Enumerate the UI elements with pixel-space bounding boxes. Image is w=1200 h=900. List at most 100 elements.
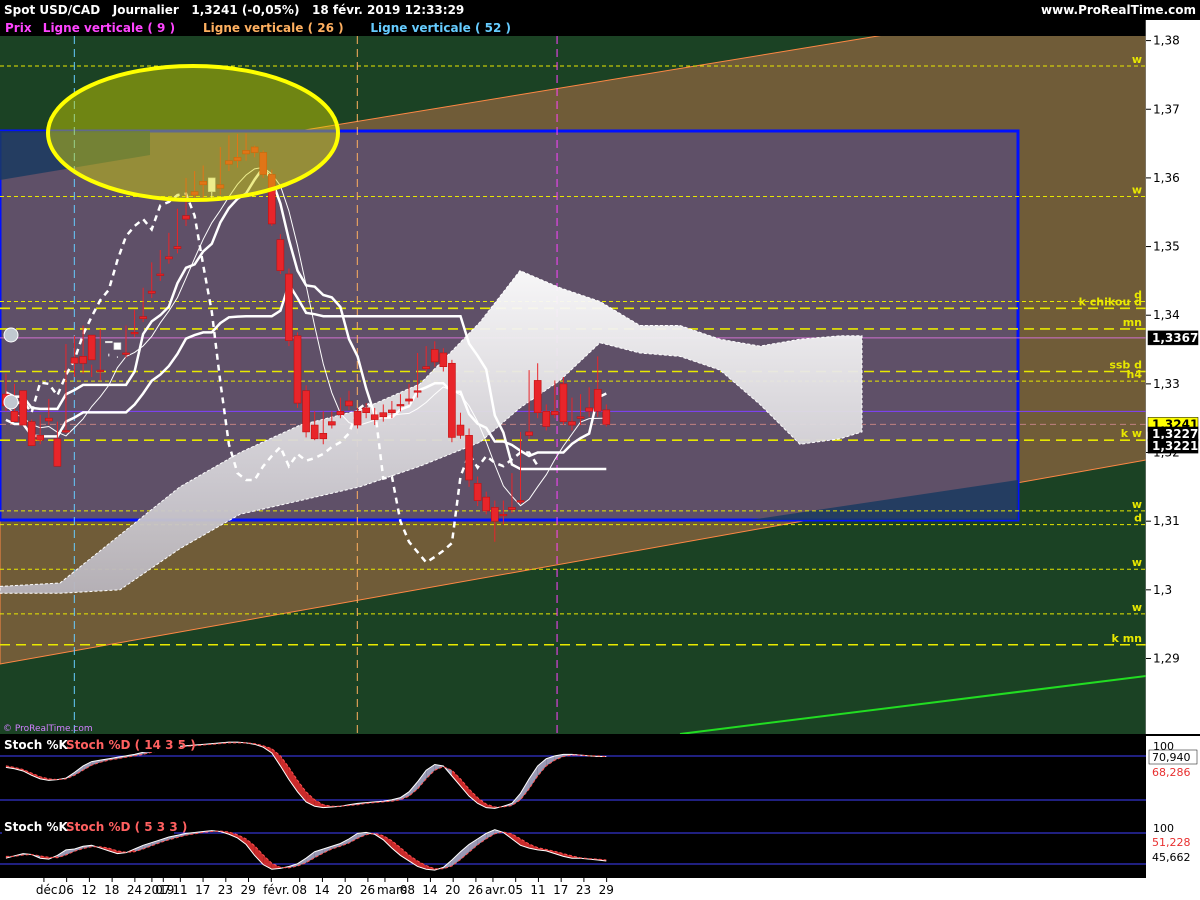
level-label: k chikou d (1079, 295, 1142, 308)
stoch-1-d-value: 68,286 (1152, 766, 1191, 779)
price-tick-label: 1,38 (1153, 34, 1180, 48)
time-tick-label: 14 (314, 883, 329, 897)
level-label: mn (1123, 316, 1142, 329)
candle-body (182, 215, 190, 220)
time-tick-label: 20 (445, 883, 460, 897)
time-tick-label: 29 (599, 883, 614, 897)
candle-body (499, 514, 508, 517)
candle-body (345, 400, 353, 407)
candle-body (293, 335, 302, 404)
time-tick-label: 05 (508, 883, 523, 897)
stoch-1-axis: 100 70,940 68,286 (1146, 736, 1200, 820)
stoch-1-title: Stoch %K (4, 738, 68, 752)
time-tick-label: 26 (468, 883, 483, 897)
candle-body (105, 340, 113, 344)
candle-body (285, 273, 293, 341)
time-tick-label: 11 (530, 883, 545, 897)
stoch-2-subtitle: Stoch %D ( 5 3 3 ) (66, 820, 187, 834)
candle-body (525, 431, 533, 436)
time-axis[interactable]: déc.06 12 18 24 201907 11 17 23 29 févr. 08 14 20 26 m… (0, 878, 1200, 900)
candle-body (319, 432, 328, 440)
candle-body (96, 369, 105, 372)
legend-item: Ligne verticale ( 52 ) (370, 21, 511, 35)
candle-body (482, 496, 491, 512)
candle-body (353, 411, 362, 426)
alert-icon[interactable] (3, 394, 19, 410)
stoch-1-k-value: 70,940 (1152, 751, 1191, 764)
stoch-2-title: Stoch %K (4, 820, 68, 834)
price-tick-label: 1,34 (1153, 308, 1180, 322)
candle-body (53, 438, 62, 467)
time-tick-label: 17 (553, 883, 568, 897)
candle-body (559, 383, 568, 422)
candle-body (379, 412, 388, 418)
candle-body (405, 398, 413, 402)
time-tick-label: 12 (81, 883, 96, 897)
highlight-ellipse[interactable] (46, 64, 340, 202)
candle-body (448, 362, 456, 438)
time-tick-label: 14 (422, 883, 437, 897)
price-tick-label: 1,36 (1153, 171, 1180, 185)
level-label: w (1132, 498, 1142, 511)
candle-body (113, 342, 122, 350)
price-tick-label: 1,3 (1153, 583, 1172, 597)
candle-body (139, 316, 147, 319)
candle-body (465, 435, 473, 481)
candle-body (585, 407, 593, 412)
time-tick-label: 18 (104, 883, 119, 897)
price-marker-label: 1,3221 (1152, 439, 1198, 453)
level-label: h4 (1127, 368, 1143, 381)
price-tick-label: 1,29 (1153, 651, 1180, 665)
time-tick-label: 23 (218, 883, 233, 897)
time-tick-label: févr. (263, 883, 289, 897)
stoch-panel-1[interactable]: Stoch %K Stoch %D ( 14 3 5 ) (0, 738, 1146, 818)
candle-body (430, 349, 439, 363)
stoch-panel-2[interactable]: Stoch %K Stoch %D ( 5 3 3 ) (0, 820, 1146, 878)
svg-text:100: 100 (1153, 822, 1174, 835)
alert-icon[interactable] (3, 327, 19, 343)
legend-item: Ligne verticale ( 26 ) (203, 21, 344, 35)
candle-body (576, 416, 585, 419)
candle-body (533, 380, 542, 413)
candle-body (542, 411, 551, 427)
candle-body (122, 352, 130, 355)
candle-body (422, 366, 430, 370)
candle-body (87, 334, 96, 361)
time-tick-label: 29 (241, 883, 256, 897)
time-tick-label: avr. (485, 883, 507, 897)
candle-body (130, 332, 139, 335)
price-tick-label: 1,31 (1153, 514, 1180, 528)
candle-body (593, 389, 602, 412)
candle-body (156, 273, 165, 276)
time-tick-label: 06 (59, 883, 74, 897)
candle-body (27, 421, 36, 446)
candle-body (388, 409, 396, 414)
level-label: w (1132, 601, 1142, 614)
stoch-2-k-value: 51,228 (1152, 836, 1191, 849)
price-axis[interactable]: 1,381,371,361,351,341,331,321,311,31,29 … (1146, 20, 1200, 734)
stoch-1-subtitle: Stoch %D ( 14 3 5 ) (66, 738, 196, 752)
candle-body (62, 430, 70, 433)
candle-body (276, 239, 285, 271)
candle-body (10, 411, 19, 422)
level-label: w (1132, 556, 1142, 569)
candle-body (173, 246, 182, 249)
main-panel[interactable]: wwdk chikou dmnssb dh4k wwdwwk mn © ProR… (0, 0, 1146, 734)
chart-canvas: wwdk chikou dmnssb dh4k wwdwwk mn © ProR… (0, 0, 1200, 900)
level-label: w (1132, 53, 1142, 66)
candle-body (165, 256, 173, 260)
time-tick-label: 07 (155, 883, 170, 897)
time-tick-label: 23 (576, 883, 591, 897)
candle-body (396, 404, 405, 407)
indicator-legend: Prix Ligne verticale ( 9 ) Ligne verticale… (2, 20, 534, 35)
candle-body (456, 424, 465, 436)
level-label: w (1132, 183, 1142, 196)
time-tick-label: 17 (195, 883, 210, 897)
candle-body (602, 409, 611, 425)
candle-body (439, 352, 448, 368)
candle-body (490, 507, 499, 522)
legend-item: Ligne verticale ( 9 ) (43, 21, 175, 35)
time-tick-label: 08 (292, 883, 307, 897)
time-tick-label: 26 (360, 883, 375, 897)
site-link[interactable]: www.ProRealTime.com (1041, 3, 1196, 17)
